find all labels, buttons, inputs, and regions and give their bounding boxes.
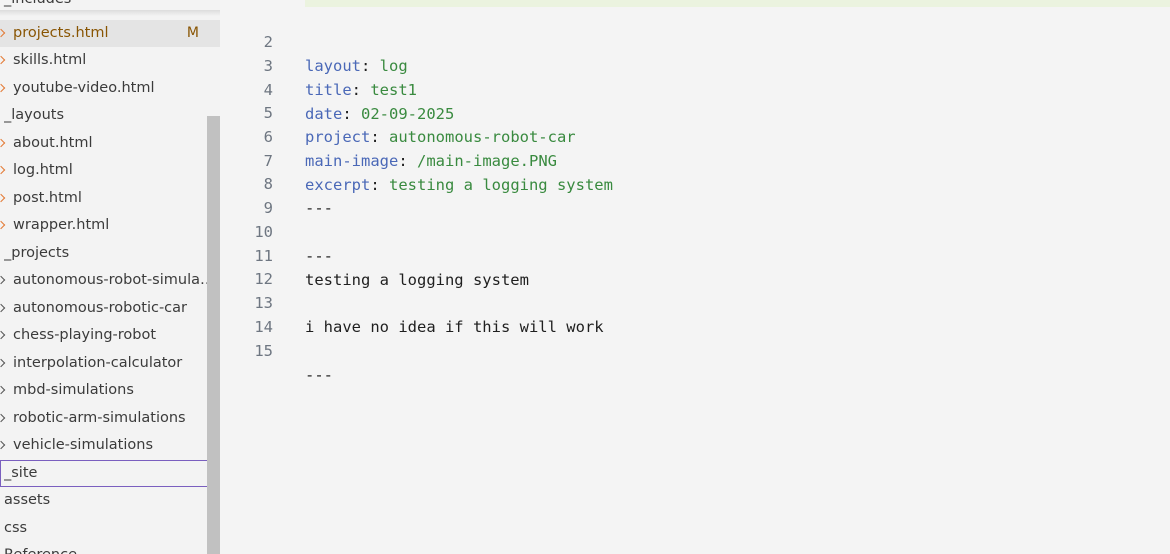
- file-projects-html[interactable]: projects.html M: [0, 20, 220, 47]
- code-line: 5 project: autonomous-robot-car: [220, 77, 1170, 146]
- folder-autonomous-robotic-car[interactable]: autonomous-robotic-car: [0, 295, 220, 322]
- file-about-html[interactable]: about.html: [0, 130, 220, 157]
- folder-vehicle-simulations[interactable]: vehicle-simulations: [0, 432, 220, 459]
- code-line: 14: [220, 291, 1170, 336]
- code-line: 4 date: 02-09-2025: [220, 54, 1170, 123]
- sticky-scroll-shadow: [0, 10, 220, 16]
- chevron-right-icon: [0, 413, 6, 423]
- explorer-sidebar: _includes projects.html M skills.html yo…: [0, 0, 220, 554]
- html-file-icon: [0, 138, 6, 148]
- folder-label: Reference: [4, 542, 204, 554]
- file-wrapper-html[interactable]: wrapper.html: [0, 212, 220, 239]
- code-line: 9: [220, 172, 1170, 217]
- folder-label: autonomous-robotic-car: [13, 300, 187, 316]
- code-line: 2 layout: log: [220, 6, 1170, 75]
- chevron-right-icon: [0, 440, 6, 450]
- file-post-html[interactable]: post.html: [0, 185, 220, 212]
- chevron-right-icon: [0, 303, 6, 313]
- chevron-right-icon: [0, 330, 6, 340]
- file-log-html[interactable]: log.html: [0, 157, 220, 184]
- folder-label: chess-playing-robot: [13, 327, 157, 343]
- folder-autonomous-robot-simulations[interactable]: autonomous-robot-simulations: [0, 267, 220, 294]
- file-label: about.html: [13, 135, 93, 151]
- code-line: 13 i have no idea if this will work: [220, 267, 1170, 336]
- chevron-right-icon: [0, 385, 6, 395]
- file-label: projects.html: [13, 25, 109, 41]
- folder-assets[interactable]: assets: [0, 487, 220, 514]
- folder-label: robotic-arm-simulations: [13, 410, 186, 426]
- chevron-right-icon: [0, 275, 6, 285]
- folder-interpolation-calculator[interactable]: interpolation-calculator: [0, 350, 220, 377]
- file-label: post.html: [13, 190, 82, 206]
- file-skills-html[interactable]: skills.html: [0, 47, 220, 74]
- folder-css[interactable]: css: [0, 515, 220, 542]
- modified-badge: M: [186, 25, 199, 41]
- chevron-right-icon: [0, 358, 6, 368]
- folder-layouts[interactable]: _layouts: [0, 102, 220, 129]
- folder-site[interactable]: _site: [0, 460, 220, 487]
- code-text: ---: [305, 366, 333, 384]
- html-file-icon: [0, 165, 6, 175]
- folder-mbd-simulations[interactable]: mbd-simulations: [0, 377, 220, 404]
- folder-label: _projects: [4, 245, 70, 261]
- file-label: youtube-video.html: [13, 80, 155, 96]
- file-youtube-video-html[interactable]: youtube-video.html: [0, 75, 220, 102]
- html-file-icon: [0, 55, 6, 65]
- code-line: 7 excerpt: testing a logging system: [220, 125, 1170, 194]
- code-line: 3 title: test1: [220, 30, 1170, 99]
- folder-chess-playing-robot[interactable]: chess-playing-robot: [0, 322, 220, 349]
- code-line: 8 ---: [220, 148, 1170, 217]
- folder-reference[interactable]: Reference: [0, 542, 220, 554]
- folder-label: vehicle-simulations: [13, 437, 154, 453]
- code-line: 10 ---: [220, 196, 1170, 265]
- file-label: wrapper.html: [13, 217, 110, 233]
- code-line: 11 testing a logging system: [220, 220, 1170, 289]
- html-file-icon: [0, 220, 6, 230]
- folder-label: css: [4, 520, 28, 536]
- sidebar-scrollbar[interactable]: [207, 116, 220, 554]
- folder-projects[interactable]: _projects: [0, 240, 220, 267]
- line-number: 15: [254, 342, 273, 360]
- folder-label: _site: [4, 465, 38, 481]
- folder-label: interpolation-calculator: [13, 355, 183, 371]
- folder-label: mbd-simulations: [13, 382, 134, 398]
- folder-robotic-arm-simulations[interactable]: robotic-arm-simulations: [0, 405, 220, 432]
- folder-label: assets: [4, 492, 51, 508]
- folder-label: _layouts: [4, 107, 65, 123]
- code-line: 12: [220, 243, 1170, 288]
- html-file-icon: [0, 28, 6, 38]
- file-label: log.html: [13, 162, 73, 178]
- code-line: 15 ---: [220, 315, 1170, 384]
- file-label: skills.html: [13, 52, 87, 68]
- html-file-icon: [0, 83, 6, 93]
- folder-label: autonomous-robot-simulations: [13, 272, 215, 288]
- code-line: 6 main-image: /main-image.PNG: [220, 101, 1170, 170]
- html-file-icon: [0, 193, 6, 203]
- code-editor[interactable]: 2 layout: log 3 title: test1 4 date: 02-…: [220, 0, 1170, 554]
